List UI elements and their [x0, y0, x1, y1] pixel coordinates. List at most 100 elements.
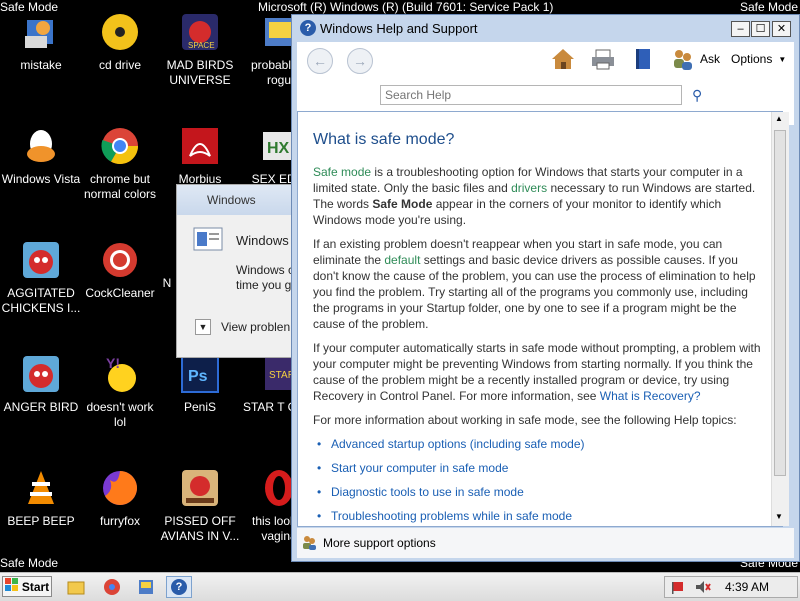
scroll-down-icon[interactable]: ▼ — [775, 512, 783, 521]
search-input[interactable] — [380, 85, 682, 105]
desktop-icon-label: PISSED OFF AVIANS IN V... — [160, 514, 240, 543]
desktop-icon-morbius[interactable]: Morbius — [159, 124, 241, 187]
default-definition-link[interactable]: default — [384, 253, 420, 267]
more-support-options-link[interactable]: More support options — [323, 536, 436, 550]
background-dialog-heading: Windows h — [236, 233, 298, 248]
help-window-titlebar[interactable]: ? Windows Help and Support — [292, 15, 799, 41]
desktop-icon-windows-vista[interactable]: Windows Vista — [0, 124, 82, 187]
pdf-icon — [178, 124, 222, 168]
angry-birds-space-icon: SPACE — [178, 10, 222, 54]
desktop-icon-chrome[interactable]: chrome but normal colors — [79, 124, 161, 202]
drivers-definition-link[interactable]: drivers — [511, 181, 547, 195]
firefox-icon — [98, 466, 142, 510]
help-question-icon: ? — [300, 20, 316, 36]
ccleaner-icon — [98, 238, 142, 282]
svg-text:Y!: Y! — [106, 355, 120, 371]
desktop-icon-label: CockCleaner — [85, 286, 155, 300]
desktop-icon-label: mistake — [20, 58, 62, 72]
background-dialog-text-2: time you g — [236, 278, 292, 292]
desktop-icon-label: furryfox — [99, 514, 140, 528]
desktop-icon-label: chrome but normal colors — [83, 172, 157, 201]
explorer-taskbar-icon[interactable] — [66, 577, 86, 597]
topic-link[interactable]: Diagnostic tools to use in safe mode — [313, 484, 763, 500]
taskbar: Start ? 4:39 AM — [0, 572, 800, 601]
desktop-icon-aggitated-chickens[interactable]: AGGITATED CHICKENS I... — [0, 238, 82, 316]
safe-mode-corner-top-right: Safe Mode — [739, 0, 798, 14]
background-dialog-text-1: Windows c — [236, 263, 295, 277]
desktop-icon-mistake[interactable]: mistake — [0, 10, 82, 73]
svg-text:HX: HX — [267, 140, 290, 157]
dialog-program-icon — [193, 227, 223, 254]
topic-link[interactable]: Troubleshooting problems while in safe m… — [313, 508, 763, 524]
desktop-icon-beep-beep[interactable]: BEEP BEEP — [0, 466, 82, 529]
paragraph-1: Safe mode is a troubleshooting option fo… — [313, 164, 763, 228]
topic-link[interactable]: Advanced startup options (including safe… — [313, 436, 763, 452]
vlc-cone-icon — [19, 466, 63, 510]
topic-link[interactable]: Start your computer in safe mode — [313, 460, 763, 476]
help-taskbar-button[interactable]: ? — [166, 576, 192, 598]
volume-muted-icon[interactable] — [695, 580, 711, 599]
desktop-icon-furryfox[interactable]: furryfox — [79, 466, 161, 529]
desktop-icon-label: Windows Vista — [1, 172, 81, 186]
photoshop-icon: Ps — [178, 352, 222, 396]
chrome-icon — [98, 124, 142, 168]
back-arrow-icon: ← — [313, 53, 327, 69]
program-taskbar-icon[interactable] — [136, 577, 156, 597]
print-button[interactable] — [590, 47, 616, 76]
yahoo-messenger-icon: Y! — [98, 352, 142, 396]
help-question-icon: ? — [171, 579, 187, 595]
safe-mode-corner-bottom-left: Safe Mode — [0, 556, 59, 570]
desktop-icon-anger-bird[interactable]: ANGER BIRD — [0, 352, 82, 415]
maximize-button[interactable]: ☐ — [751, 21, 770, 37]
action-center-flag-icon[interactable] — [671, 580, 685, 599]
back-button[interactable]: ← — [307, 48, 333, 74]
desktop-icon-label: BEEP BEEP — [7, 514, 75, 528]
close-button[interactable]: ✕ — [772, 21, 791, 37]
vertical-scrollbar[interactable]: ▲ ▼ — [771, 112, 789, 526]
svg-text:SPACE: SPACE — [188, 41, 215, 50]
help-window[interactable]: ? Windows Help and Support – ☐ ✕ ← → Ask… — [291, 14, 800, 562]
ask-button[interactable]: Ask — [670, 47, 720, 71]
desktop-icon-cockcleaner[interactable]: CockCleaner — [79, 238, 161, 301]
article-title: What is safe mode? — [313, 131, 455, 148]
help-footer[interactable]: More support options — [297, 528, 794, 558]
paragraph-2: If an existing problem doesn't reappear … — [313, 236, 763, 332]
options-menu[interactable]: Options ▼ — [731, 52, 786, 66]
desktop-icon-mad-birds[interactable]: SPACE MAD BIRDS UNIVERSE — [159, 10, 241, 88]
chrome-taskbar-icon[interactable] — [102, 577, 122, 597]
book-icon — [636, 49, 650, 69]
egg-icon — [19, 124, 63, 168]
home-button[interactable] — [550, 47, 576, 76]
desktop-icon-label: PeniS — [183, 400, 217, 414]
desktop-icon-label: ANGER BIRD — [3, 400, 79, 414]
forward-arrow-icon: → — [353, 53, 367, 69]
view-problem-details-link[interactable]: View problen — [221, 320, 290, 334]
safe-mode-definition-link[interactable]: Safe mode — [313, 165, 371, 179]
minimize-button[interactable]: – — [731, 21, 750, 37]
desktop-icon-cd-drive[interactable]: cd drive — [79, 10, 161, 73]
browse-help-button[interactable] — [630, 47, 656, 76]
home-icon — [552, 49, 574, 69]
paragraph-4: For more information about working in sa… — [313, 413, 737, 427]
start-label: Start — [21, 579, 50, 594]
clock[interactable]: 4:39 AM — [725, 580, 769, 594]
angry-birds-seasons-icon — [178, 466, 222, 510]
angry-bird-icon — [19, 238, 63, 282]
safe-mode-bold-text: Safe Mode — [372, 197, 433, 211]
desktop-icon-penis[interactable]: Ps PeniS — [159, 352, 241, 415]
what-is-recovery-link[interactable]: What is Recovery? — [600, 389, 701, 403]
chevron-down-icon[interactable]: ▼ — [195, 319, 211, 335]
search-icon[interactable]: ⚲ — [692, 87, 702, 104]
forward-button[interactable]: → — [347, 48, 373, 74]
chevron-down-icon: ▼ — [778, 54, 787, 64]
start-button[interactable]: Start — [2, 576, 52, 597]
background-dialog[interactable]: Windows Windows h Windows c time you g ▼… — [176, 184, 298, 358]
svg-text:Ps: Ps — [188, 368, 208, 385]
desktop-icon-pissed-off-avians[interactable]: PISSED OFF AVIANS IN V... — [159, 466, 241, 544]
background-dialog-titlebar[interactable]: Windows — [177, 185, 297, 215]
scrollbar-thumb[interactable] — [774, 130, 786, 476]
scroll-up-icon[interactable]: ▲ — [775, 114, 783, 123]
windows-logo-icon — [4, 578, 19, 595]
background-dialog-title: Windows — [207, 193, 256, 207]
desktop-icon-doesnt-work[interactable]: Y! doesn't work lol — [79, 352, 161, 430]
